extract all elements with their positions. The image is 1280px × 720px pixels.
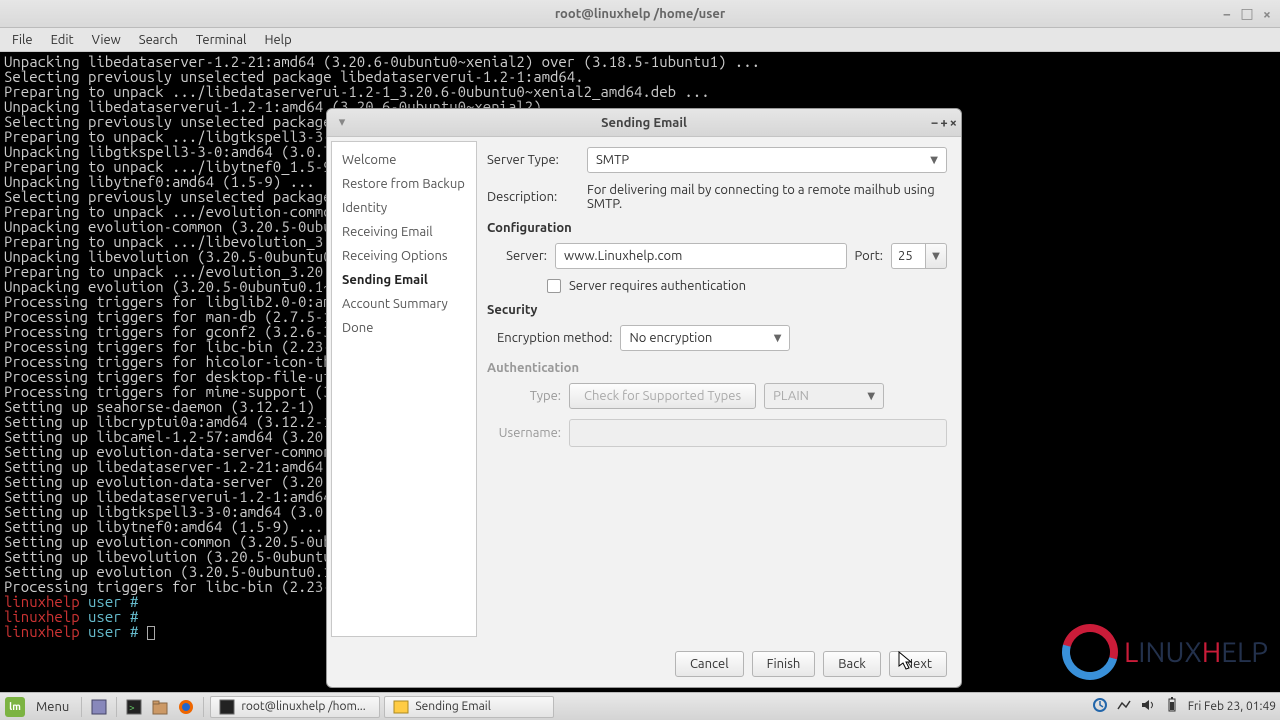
main-window-titlebar: root@linuxhelp /home/user − □ ×: [0, 0, 1280, 28]
dialog-title: Sending Email: [601, 116, 687, 130]
cancel-button[interactable]: Cancel: [675, 651, 744, 677]
updates-icon[interactable]: [1092, 697, 1108, 716]
encryption-value: No encryption: [629, 331, 712, 345]
taskbar-terminal-label: root@linuxhelp /hom...: [241, 700, 365, 713]
dialog-maximize-button[interactable]: +: [940, 116, 947, 130]
auth-type-select: PLAIN ▼: [764, 383, 884, 409]
sidebar-item-sending-email[interactable]: Sending Email: [332, 268, 476, 292]
auth-required-label: Server requires authentication: [569, 279, 746, 293]
encryption-select[interactable]: No encryption ▼: [620, 325, 790, 351]
files-launcher-icon[interactable]: [149, 696, 171, 718]
network-icon[interactable]: [1116, 697, 1132, 716]
port-input[interactable]: 25 ▼: [891, 243, 947, 269]
terminal-launcher-icon[interactable]: >: [123, 696, 145, 718]
server-value: www.Linuxhelp.com: [564, 249, 682, 263]
username-label: Username:: [497, 426, 561, 440]
chevron-down-icon: ▼: [774, 332, 782, 344]
username-input: [569, 419, 947, 447]
firefox-launcher-icon[interactable]: [175, 696, 197, 718]
clock[interactable]: Fri Feb 23, 01:49: [1188, 700, 1276, 713]
menu-edit[interactable]: Edit: [43, 31, 82, 49]
menubar: File Edit View Search Terminal Help: [0, 28, 1280, 52]
svg-text:>: >: [129, 702, 135, 713]
sidebar-item-identity[interactable]: Identity: [332, 196, 476, 220]
finish-button[interactable]: Finish: [752, 651, 816, 677]
chevron-down-icon[interactable]: ▼: [925, 243, 947, 269]
taskbar-terminal[interactable]: root@linuxhelp /hom...: [210, 696, 380, 718]
auth-required-checkbox[interactable]: [547, 279, 561, 293]
sidebar-item-welcome[interactable]: Welcome: [332, 148, 476, 172]
dialog-sidebar: Welcome Restore from Backup Identity Rec…: [331, 141, 477, 637]
encryption-label: Encryption method:: [497, 331, 612, 345]
mint-menu-button[interactable]: lm: [4, 696, 26, 718]
minimize-button[interactable]: −: [1218, 5, 1236, 23]
dialog-minimize-button[interactable]: −: [931, 116, 938, 130]
configuration-title: Configuration: [487, 221, 947, 235]
sidebar-item-receiving-options[interactable]: Receiving Options: [332, 244, 476, 268]
sidebar-item-account-summary[interactable]: Account Summary: [332, 292, 476, 316]
sending-email-dialog: ▾ Sending Email − + × Welcome Restore fr…: [326, 108, 962, 688]
chevron-down-icon: ▼: [867, 390, 875, 402]
sidebar-item-receiving-email[interactable]: Receiving Email: [332, 220, 476, 244]
sidebar-item-done[interactable]: Done: [332, 316, 476, 340]
main-window-title: root@linuxhelp /home/user: [555, 7, 725, 21]
authentication-title: Authentication: [487, 361, 947, 375]
taskbar-dialog-label: Sending Email: [415, 700, 491, 713]
show-desktop-icon[interactable]: [88, 696, 110, 718]
auth-type-value: PLAIN: [773, 389, 809, 403]
menu-search[interactable]: Search: [131, 31, 186, 49]
battery-icon[interactable]: [1164, 697, 1180, 716]
close-button[interactable]: ×: [1258, 5, 1276, 23]
security-title: Security: [487, 303, 947, 317]
server-label: Server:: [497, 249, 547, 263]
bottom-panel: lm Menu > root@linuxhelp /hom... Sending…: [0, 692, 1280, 720]
linuxhelp-logo: LINUXHELP: [1062, 624, 1268, 680]
description-label: Description:: [487, 190, 579, 204]
menu-terminal[interactable]: Terminal: [188, 31, 255, 49]
server-type-value: SMTP: [596, 153, 629, 167]
volume-icon[interactable]: [1140, 697, 1156, 716]
maximize-button[interactable]: □: [1238, 5, 1256, 23]
back-button[interactable]: Back: [823, 651, 881, 677]
dialog-close-button[interactable]: ×: [950, 116, 957, 130]
server-type-select[interactable]: SMTP ▼: [587, 147, 947, 173]
check-supported-types-button: Check for Supported Types: [569, 383, 756, 409]
server-input[interactable]: www.Linuxhelp.com: [555, 243, 847, 269]
chevron-down-icon: ▼: [930, 154, 938, 166]
menu-view[interactable]: View: [84, 31, 129, 49]
taskbar-dialog[interactable]: Sending Email: [384, 696, 554, 718]
next-button[interactable]: Next: [889, 651, 947, 677]
dialog-menu-icon[interactable]: ▾: [333, 114, 351, 132]
description-text: For delivering mail by connecting to a r…: [587, 183, 947, 211]
sidebar-item-restore[interactable]: Restore from Backup: [332, 172, 476, 196]
dialog-titlebar: ▾ Sending Email − + ×: [327, 109, 961, 137]
server-type-label: Server Type:: [487, 153, 579, 167]
port-label: Port:: [855, 249, 883, 263]
menu-file[interactable]: File: [4, 31, 41, 49]
menu-help[interactable]: Help: [256, 31, 299, 49]
auth-type-label: Type:: [497, 389, 561, 403]
port-value: 25: [891, 243, 925, 269]
menu-label[interactable]: Menu: [30, 700, 75, 714]
